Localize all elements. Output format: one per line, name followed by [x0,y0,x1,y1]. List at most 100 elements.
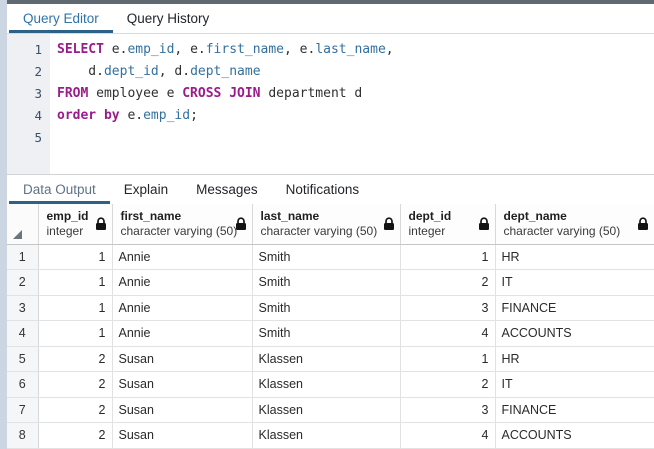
tab-explain[interactable]: Explain [110,175,182,204]
cell-emp-id[interactable]: 1 [38,295,112,321]
cell-emp-id[interactable]: 1 [38,270,112,296]
cell-last-name[interactable]: Smith [252,321,400,347]
cell-dept-name[interactable]: IT [495,270,654,296]
line-number: 3 [7,83,50,105]
cell-first-name[interactable]: Susan [112,423,252,449]
cell-dept-id[interactable]: 1 [400,244,495,270]
row-number[interactable]: 1 [7,244,38,270]
table-row: 72SusanKlassen3FINANCE [7,397,654,423]
row-number[interactable]: 4 [7,321,38,347]
cell-first-name[interactable]: Susan [112,372,252,398]
sql-code-area[interactable]: SELECT e.emp_id, e.first_name, e.last_na… [50,34,654,174]
column-header-dept-name[interactable]: dept_namecharacter varying (50) [495,204,654,244]
cell-last-name[interactable]: Smith [252,270,400,296]
query-tool-main: Query EditorQuery History 12345 SELECT e… [7,4,654,449]
cell-first-name[interactable]: Susan [112,397,252,423]
cell-last-name[interactable]: Klassen [252,372,400,398]
cell-dept-name[interactable]: IT [495,372,654,398]
cell-first-name[interactable]: Annie [112,321,252,347]
line-number: 4 [7,105,50,127]
lock-icon [235,217,247,231]
cell-dept-id[interactable]: 2 [400,270,495,296]
column-header-emp-id[interactable]: emp_idinteger [38,204,112,244]
row-number[interactable]: 6 [7,372,38,398]
cell-dept-name[interactable]: HR [495,346,654,372]
sql-identifier: first_name [206,42,284,57]
cell-dept-id[interactable]: 3 [400,397,495,423]
sql-text: , e. [284,42,315,57]
cell-dept-name[interactable]: ACCOUNTS [495,321,654,347]
tab-query-history[interactable]: Query History [113,4,224,33]
row-number[interactable]: 5 [7,346,38,372]
cell-dept-name[interactable]: HR [495,244,654,270]
select-all-triangle-icon [13,230,22,239]
column-name: dept_id [409,209,477,224]
line-number: 2 [7,61,50,83]
code-line: FROM employee e CROSS JOIN department d [57,83,654,105]
result-header-row: emp_idintegerfirst_namecharacter varying… [7,204,654,244]
column-name: dept_name [504,209,636,224]
column-name: emp_id [47,209,94,224]
cell-dept-id[interactable]: 1 [400,346,495,372]
lock-icon [478,217,490,231]
column-header-first-name[interactable]: first_namecharacter varying (50) [112,204,252,244]
line-number: 5 [7,127,50,149]
cell-last-name[interactable]: Smith [252,295,400,321]
sql-identifier: dept_name [190,64,260,79]
column-type: character varying (50) [504,224,636,239]
cell-dept-id[interactable]: 4 [400,321,495,347]
tab-messages[interactable]: Messages [182,175,272,204]
tab-data-output[interactable]: Data Output [9,175,110,204]
cell-first-name[interactable]: Annie [112,270,252,296]
lock-icon [383,217,395,231]
cell-emp-id[interactable]: 2 [38,346,112,372]
cell-first-name[interactable]: Susan [112,346,252,372]
window-left-edge [0,0,7,449]
row-number[interactable]: 7 [7,397,38,423]
table-row: 52SusanKlassen1HR [7,346,654,372]
cell-first-name[interactable]: Annie [112,244,252,270]
cell-emp-id[interactable]: 2 [38,372,112,398]
row-number[interactable]: 3 [7,295,38,321]
code-line [57,127,654,149]
cell-dept-id[interactable]: 2 [400,372,495,398]
sql-identifier: emp_id [127,42,174,57]
sql-text: , [386,42,394,57]
cell-last-name[interactable]: Klassen [252,346,400,372]
sql-keyword: CROSS JOIN [182,86,260,101]
table-row: 41AnnieSmith4ACCOUNTS [7,321,654,347]
tab-query-editor[interactable]: Query Editor [9,4,113,33]
row-number[interactable]: 8 [7,423,38,449]
sql-keyword: FROM [57,86,88,101]
cell-dept-name[interactable]: FINANCE [495,397,654,423]
cell-first-name[interactable]: Annie [112,295,252,321]
output-tabbar: Data OutputExplainMessagesNotifications [7,175,654,204]
column-header-dept-id[interactable]: dept_idinteger [400,204,495,244]
cell-emp-id[interactable]: 1 [38,321,112,347]
cell-dept-id[interactable]: 3 [400,295,495,321]
cell-emp-id[interactable]: 2 [38,397,112,423]
column-header-last-name[interactable]: last_namecharacter varying (50) [252,204,400,244]
code-line: SELECT e.emp_id, e.first_name, e.last_na… [57,39,654,61]
sql-text: , d. [159,64,190,79]
result-table: emp_idintegerfirst_namecharacter varying… [7,204,654,449]
lock-icon [95,217,107,231]
cell-last-name[interactable]: Klassen [252,397,400,423]
sql-keyword: order by [57,108,120,123]
sql-keyword: SELECT [57,42,104,57]
select-all-corner[interactable] [7,204,38,244]
sql-identifier: emp_id [143,108,190,123]
cell-dept-name[interactable]: ACCOUNTS [495,423,654,449]
cell-last-name[interactable]: Klassen [252,423,400,449]
cell-emp-id[interactable]: 2 [38,423,112,449]
sql-editor[interactable]: 12345 SELECT e.emp_id, e.first_name, e.l… [7,34,654,175]
cell-last-name[interactable]: Smith [252,244,400,270]
data-output-grid: emp_idintegerfirst_namecharacter varying… [7,204,654,449]
cell-emp-id[interactable]: 1 [38,244,112,270]
tab-notifications[interactable]: Notifications [272,175,374,204]
cell-dept-name[interactable]: FINANCE [495,295,654,321]
cell-dept-id[interactable]: 4 [400,423,495,449]
sql-text: ; [190,108,198,123]
row-number[interactable]: 2 [7,270,38,296]
sql-text: , e. [174,42,205,57]
